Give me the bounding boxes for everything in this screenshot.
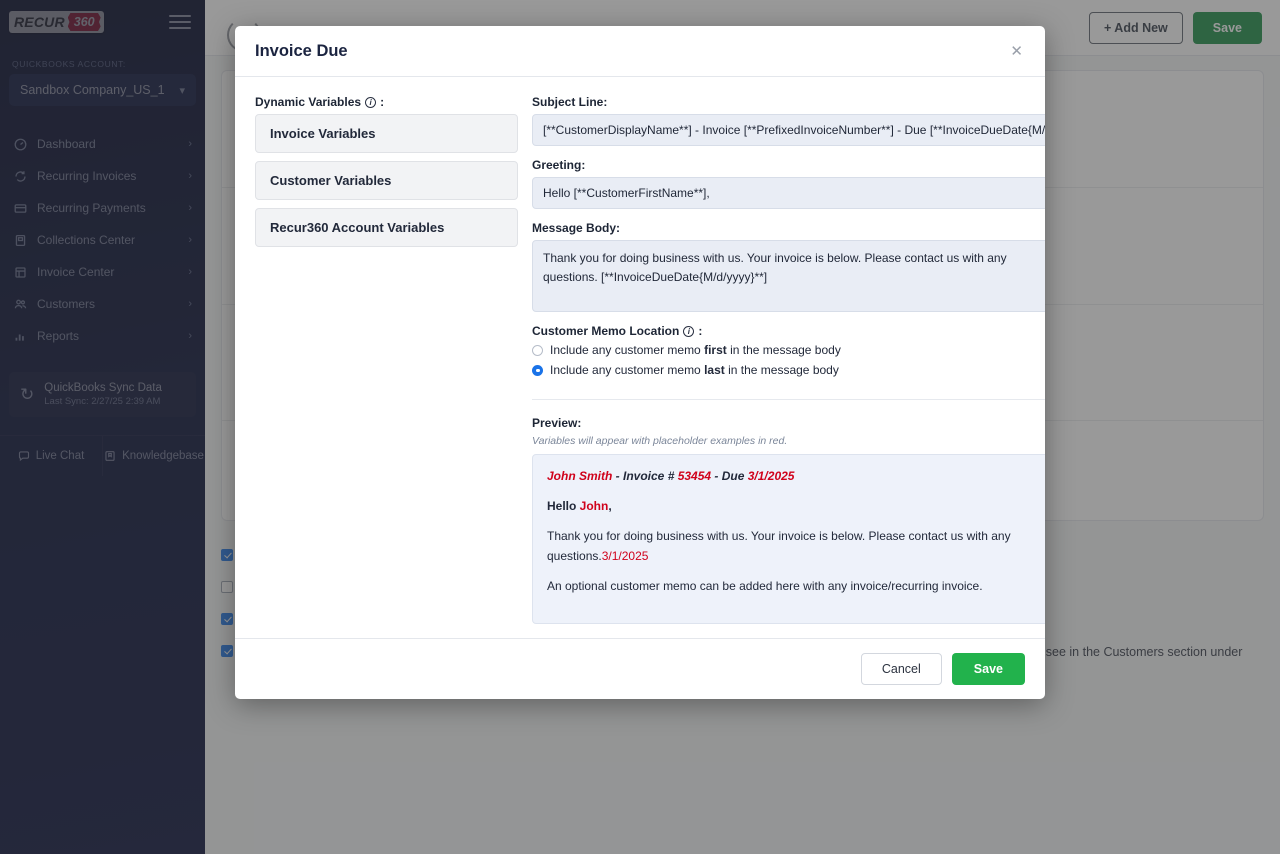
section-divider [532, 399, 1045, 400]
memo-location-group: Customer Memo Location i : Include any c… [532, 324, 1045, 377]
message-body-textarea[interactable]: Thank you for doing business with us. Yo… [532, 240, 1045, 312]
message-body-text: Thank you for doing business with us. Yo… [543, 251, 1007, 284]
preview-subject: John Smith - Invoice # 53454 - Due 3/1/2… [547, 469, 795, 483]
template-editor-panel: Subject Line: [**CustomerDisplayName**] … [532, 95, 1045, 624]
info-icon[interactable]: i [365, 96, 377, 108]
dynamic-variables-colon: : [380, 95, 385, 109]
modal-body: Dynamic Variables i : Invoice Variables … [235, 77, 1045, 638]
radio-button[interactable] [532, 344, 543, 356]
cancel-button[interactable]: Cancel [860, 652, 942, 685]
message-body-label: Message Body: [532, 221, 621, 235]
radio-memo-last[interactable]: Include any customer memo last in the me… [532, 363, 1045, 377]
greeting-input[interactable]: Hello [**CustomerFirstName**], [532, 177, 1045, 209]
preview-box: John Smith - Invoice # 53454 - Due 3/1/2… [532, 454, 1045, 624]
modal-title: Invoice Due [255, 42, 348, 60]
subject-line-label: Subject Line: [532, 95, 608, 109]
modal-header: Invoice Due ✕ [235, 26, 1045, 77]
preview-label: Preview: [532, 416, 582, 430]
radio-button[interactable] [532, 364, 543, 376]
preview-greeting: Hello John, [547, 499, 612, 514]
dynamic-variables-panel: Dynamic Variables i : Invoice Variables … [255, 95, 518, 624]
app-root: RECUR 360 QUICKBOOKS ACCOUNT: Sandbox Co… [0, 0, 1280, 854]
invoice-due-modal: Invoice Due ✕ Dynamic Variables i : Invo… [235, 26, 1045, 699]
dynamic-variables-label: Dynamic Variables i : [255, 95, 518, 109]
info-icon[interactable]: i [683, 325, 695, 337]
subject-line-input[interactable]: [**CustomerDisplayName**] - Invoice [**P… [532, 114, 1045, 146]
radio-label: Include any customer memo last in the me… [550, 363, 839, 377]
preview-section: Preview: Variables will appear with plac… [532, 416, 1045, 624]
subject-line-group: Subject Line: [**CustomerDisplayName**] … [532, 95, 1045, 146]
radio-label: Include any customer memo first in the m… [550, 343, 841, 357]
save-button[interactable]: Save [951, 652, 1025, 685]
close-icon[interactable]: ✕ [1008, 44, 1025, 59]
invoice-variables-button[interactable]: Invoice Variables [255, 114, 518, 153]
modal-backdrop-sidebar [0, 0, 205, 854]
greeting-group: Greeting: Hello [**CustomerFirstName**], [532, 158, 1045, 209]
preview-memo: An optional customer memo can be added h… [547, 578, 983, 593]
greeting-label: Greeting: [532, 158, 586, 172]
recur360-account-variables-button[interactable]: Recur360 Account Variables [255, 208, 518, 247]
preview-body: Thank you for doing business with us. Yo… [547, 529, 1011, 563]
memo-location-colon: : [698, 324, 703, 338]
radio-memo-first[interactable]: Include any customer memo first in the m… [532, 343, 1045, 357]
memo-location-text: Customer Memo Location [532, 324, 680, 338]
modal-footer: Cancel Save [235, 637, 1045, 699]
message-body-group: Message Body: Thank you for doing busine… [532, 221, 1045, 312]
preview-note: Variables will appear with placeholder e… [532, 435, 788, 447]
customer-variables-button[interactable]: Customer Variables [255, 161, 518, 200]
memo-location-label: Customer Memo Location i : [532, 324, 1045, 338]
dynamic-variables-text: Dynamic Variables [255, 95, 362, 109]
